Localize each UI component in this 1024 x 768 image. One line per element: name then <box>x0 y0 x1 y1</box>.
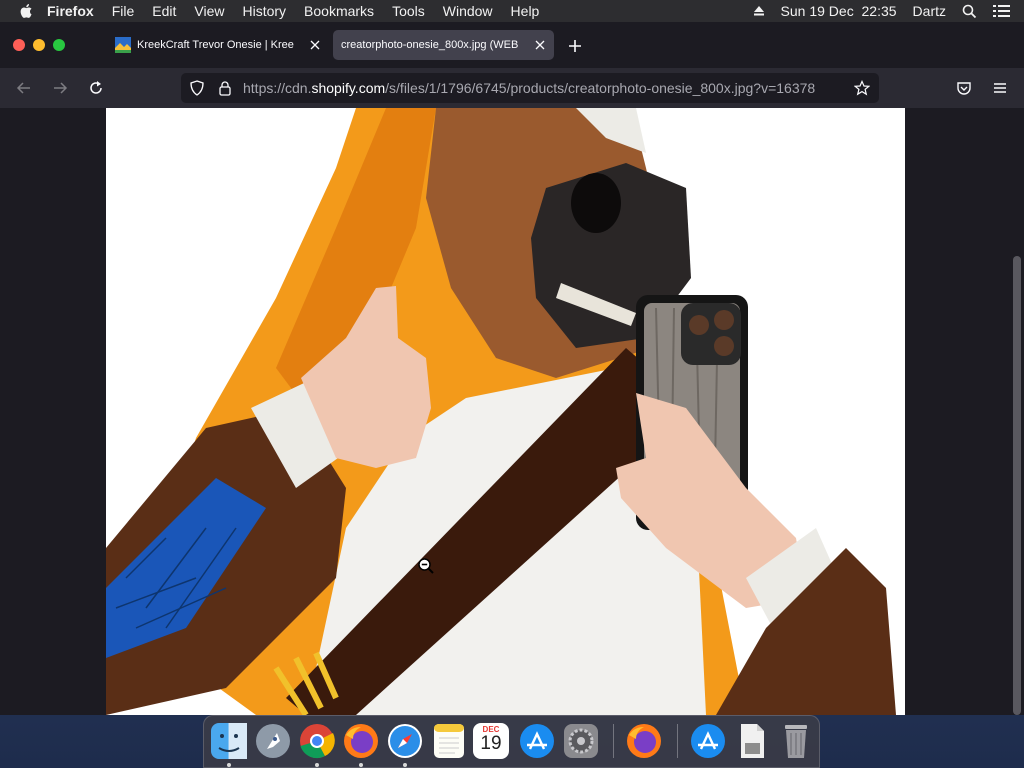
menu-history[interactable]: History <box>242 3 286 19</box>
firefox-icon[interactable] <box>341 721 381 761</box>
firefox-icon[interactable] <box>624 721 664 761</box>
menubar-user[interactable]: Dartz <box>913 3 946 19</box>
menu-view[interactable]: View <box>194 3 224 19</box>
calendar-day: 19 <box>480 733 502 754</box>
tracking-protection-shield-icon[interactable] <box>189 80 205 96</box>
product-photo-horse-mask-onesie[interactable] <box>106 108 905 715</box>
url-text[interactable]: https://cdn.shopify.com/s/files/1/1796/6… <box>243 80 843 96</box>
calendar-icon[interactable]: DEC 19 <box>473 723 509 759</box>
eject-icon[interactable] <box>753 5 765 17</box>
downloads-icon[interactable] <box>688 721 728 761</box>
menu-bar: Firefox File Edit View History Bookmarks… <box>0 0 1024 22</box>
notes-icon[interactable] <box>429 721 469 761</box>
menu-tools[interactable]: Tools <box>392 3 425 19</box>
running-indicator <box>403 763 407 767</box>
firefox-window: KreekCraft Trevor Onesie | Kree creatorp… <box>0 22 1024 715</box>
tab-bar: KreekCraft Trevor Onesie | Kree creatorp… <box>0 22 1024 68</box>
url-host: shopify.com <box>311 80 386 96</box>
dock: DEC 19 <box>203 715 820 768</box>
launchpad-icon[interactable] <box>253 721 293 761</box>
running-indicator <box>359 763 363 767</box>
navigation-toolbar: https://cdn.shopify.com/s/files/1/1796/6… <box>0 68 1024 108</box>
apple-icon[interactable] <box>19 3 35 19</box>
running-indicator <box>227 763 231 767</box>
trash-icon[interactable] <box>776 721 816 761</box>
safari-icon[interactable] <box>385 721 425 761</box>
chrome-icon[interactable] <box>297 721 337 761</box>
page-content <box>0 108 1024 715</box>
zoom-window-button[interactable] <box>53 39 65 51</box>
zoom-out-cursor-icon <box>418 558 434 574</box>
menubar-date: Sun 19 Dec <box>780 3 854 19</box>
menu-app-firefox[interactable]: Firefox <box>47 3 94 19</box>
dock-separator <box>677 724 678 758</box>
close-window-button[interactable] <box>13 39 25 51</box>
new-tab-plus-icon[interactable] <box>567 38 583 54</box>
finder-icon[interactable] <box>209 721 249 761</box>
onesie-photo-illustration <box>106 108 905 715</box>
menu-bookmarks[interactable]: Bookmarks <box>304 3 374 19</box>
forward-arrow-icon[interactable] <box>52 80 68 96</box>
app-store-icon[interactable] <box>517 721 557 761</box>
phone-lens <box>714 310 734 330</box>
spotlight-search-icon[interactable] <box>962 4 977 19</box>
reload-icon[interactable] <box>88 80 104 96</box>
tab-creatorphoto-onesie[interactable]: creatorphoto-onesie_800x.jpg (WEB <box>333 30 554 60</box>
running-indicator <box>315 763 319 767</box>
phone-camera-module <box>681 303 741 365</box>
system-preferences-icon[interactable] <box>561 721 601 761</box>
pocket-icon[interactable] <box>956 80 972 96</box>
url-path: /s/files/1/1796/6745/products/creatorpho… <box>385 80 816 96</box>
vertical-scrollbar[interactable] <box>1013 256 1021 715</box>
horse-nostril <box>571 173 621 233</box>
menu-edit[interactable]: Edit <box>152 3 176 19</box>
menu-window[interactable]: Window <box>443 3 493 19</box>
minimize-window-button[interactable] <box>33 39 45 51</box>
tab-title: creatorphoto-onesie_800x.jpg (WEB <box>341 39 519 51</box>
tab-kreekcraft-onesie[interactable]: KreekCraft Trevor Onesie | Kree <box>107 30 329 60</box>
url-prefix: https://cdn. <box>243 80 312 96</box>
control-center-icon[interactable] <box>993 4 1010 18</box>
menubar-time: 22:35 <box>861 3 897 19</box>
close-tab-icon[interactable] <box>309 39 321 51</box>
padlock-icon[interactable] <box>217 80 233 96</box>
menu-help[interactable]: Help <box>511 3 540 19</box>
phone-lens <box>689 315 709 335</box>
url-bar[interactable]: https://cdn.shopify.com/s/files/1/1796/6… <box>181 73 879 103</box>
menu-file[interactable]: File <box>112 3 135 19</box>
hamburger-menu-icon[interactable] <box>992 80 1008 96</box>
dock-separator <box>613 724 614 758</box>
file-icon[interactable] <box>732 721 772 761</box>
close-tab-icon[interactable] <box>534 39 546 51</box>
phone-lens <box>714 336 734 356</box>
bookmark-star-icon[interactable] <box>854 80 870 96</box>
menubar-clock[interactable]: Sun 19 Dec 22:35 <box>781 3 897 19</box>
favicon-icon <box>115 37 131 53</box>
tab-title: KreekCraft Trevor Onesie | Kree <box>137 39 294 51</box>
back-arrow-icon[interactable] <box>16 80 32 96</box>
